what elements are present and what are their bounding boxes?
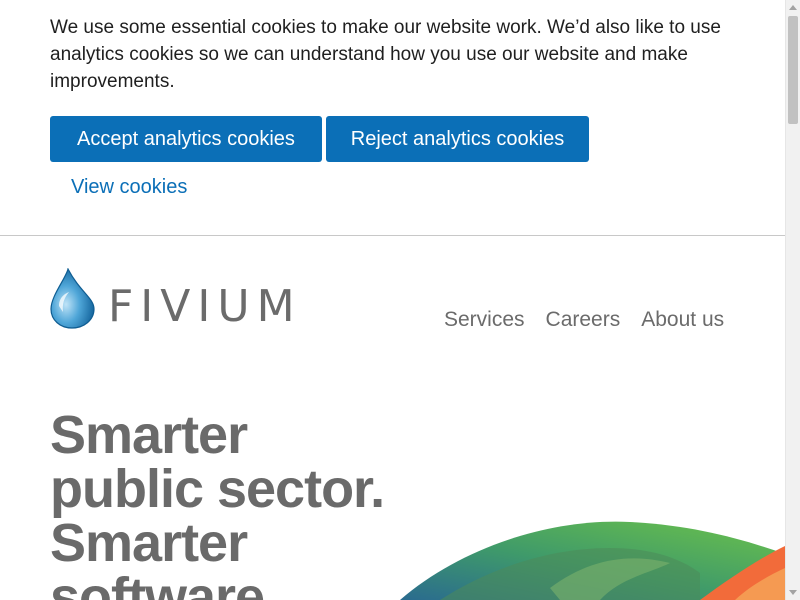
- scroll-up-arrow-icon[interactable]: [789, 5, 797, 10]
- view-cookies-link[interactable]: View cookies: [71, 176, 187, 199]
- scroll-down-arrow-icon[interactable]: [789, 590, 797, 595]
- cookie-message: We use some essential cookies to make ou…: [50, 17, 721, 92]
- water-drop-icon: [50, 268, 95, 329]
- cookie-banner: We use some essential cookies to make ou…: [0, 0, 785, 236]
- hero-line-3: Smarter: [50, 513, 248, 573]
- logo-wordmark: FIVIUM: [108, 281, 302, 332]
- accept-analytics-cookies-button[interactable]: Accept analytics cookies: [50, 116, 322, 162]
- reject-analytics-cookies-button[interactable]: Reject analytics cookies: [326, 116, 589, 162]
- hero-line-1: Smarter: [50, 405, 248, 465]
- vertical-scrollbar[interactable]: [785, 0, 800, 600]
- scroll-thumb[interactable]: [788, 16, 798, 124]
- hero-line-4: software.: [50, 567, 279, 600]
- nav-services[interactable]: Services: [444, 308, 525, 332]
- nav-about-us[interactable]: About us: [641, 308, 724, 332]
- hero-image: [400, 521, 785, 600]
- hero-heading: Smarter public sector. Smarter software.: [50, 408, 430, 600]
- main-nav: Services Careers About us: [444, 308, 724, 332]
- fivium-logo[interactable]: FIVIUM: [50, 268, 300, 332]
- nav-careers[interactable]: Careers: [546, 308, 621, 332]
- page: We use some essential cookies to make ou…: [0, 0, 800, 600]
- hero-line-2: public sector.: [50, 459, 385, 519]
